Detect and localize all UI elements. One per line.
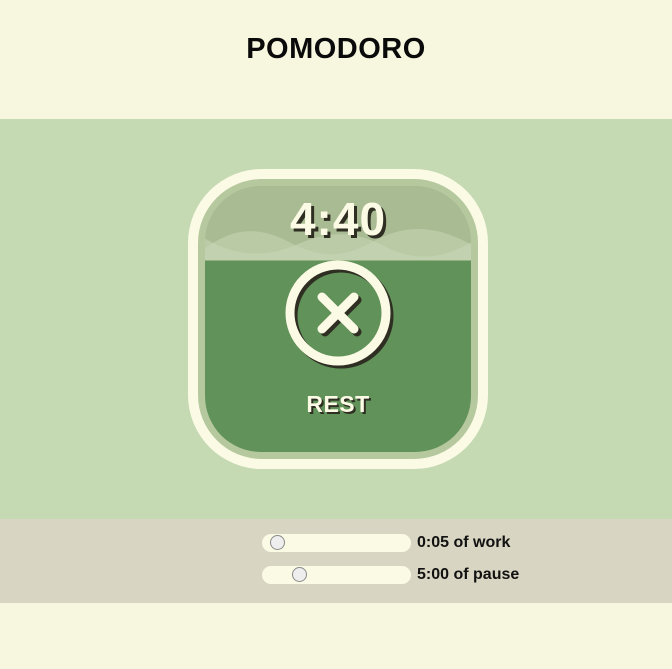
app-header: POMODORO <box>0 0 672 119</box>
pomodoro-timer[interactable]: 4:40 REST <box>188 169 488 469</box>
app-title: POMODORO <box>246 33 426 65</box>
timer-mode-label: REST <box>306 391 370 417</box>
pause-duration-label: 5:00 of pause <box>417 565 519 585</box>
work-duration-value: 0:05 <box>417 534 450 551</box>
close-icon <box>285 260 394 369</box>
pause-duration-slider[interactable] <box>262 566 411 584</box>
work-duration-label: 0:05 of work <box>417 533 510 553</box>
timer-stage: 4:40 REST <box>0 119 672 519</box>
settings-bar: 0:05 of work 5:00 of pause <box>0 519 672 603</box>
work-slider-thumb[interactable] <box>269 535 285 550</box>
work-duration-setting: 0:05 of work <box>260 533 580 553</box>
pause-slider-thumb[interactable] <box>292 567 308 582</box>
time-remaining: 4:40 <box>289 193 387 245</box>
stop-button[interactable] <box>282 257 394 369</box>
pause-duration-value: 5:00 <box>417 566 450 583</box>
work-duration-slider[interactable] <box>262 534 411 552</box>
pause-duration-setting: 5:00 of pause <box>260 565 580 585</box>
work-duration-suffix: of work <box>449 534 511 551</box>
pause-duration-suffix: of pause <box>449 566 520 583</box>
